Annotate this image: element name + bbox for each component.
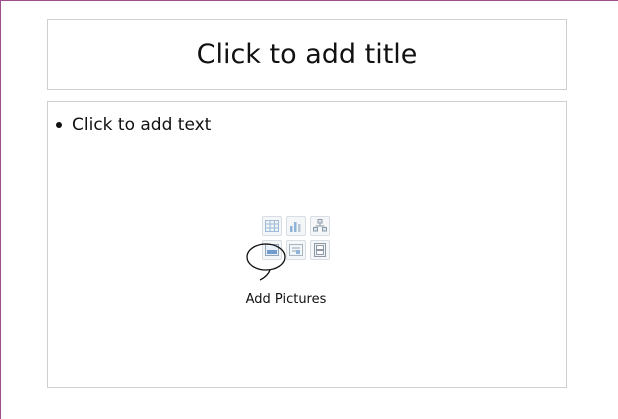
title-placeholder-text: Click to add title <box>196 39 418 70</box>
slide-canvas: Click to add title Click to add text Add… <box>0 0 618 419</box>
bullet-icon <box>56 122 62 128</box>
add-pictures-tooltip: Add Pictures <box>245 292 327 307</box>
media-icon[interactable] <box>310 240 330 260</box>
content-placeholder-text: Click to add text <box>72 115 212 135</box>
smartart-icon[interactable] <box>310 216 330 236</box>
bullet-line: Click to add text <box>56 115 211 135</box>
title-placeholder[interactable]: Click to add title <box>47 19 567 90</box>
chart-icon[interactable] <box>286 216 306 236</box>
content-placeholder[interactable]: Click to add text Add Pictures <box>47 101 567 388</box>
callout-circle-icon <box>246 243 286 281</box>
table-icon[interactable] <box>262 216 282 236</box>
